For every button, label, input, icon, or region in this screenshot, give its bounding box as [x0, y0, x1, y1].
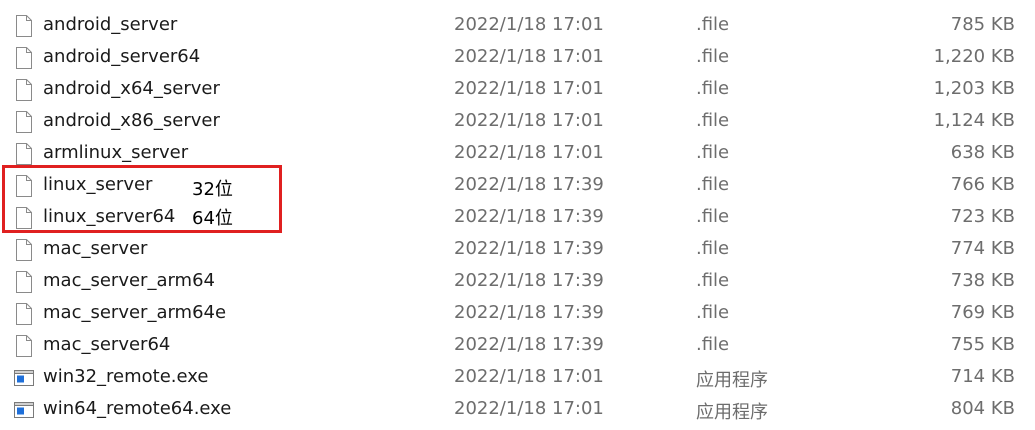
file-type: .file	[696, 302, 730, 323]
file-size: 785 KB	[950, 14, 1015, 35]
file-size: 638 KB	[950, 142, 1015, 163]
file-row[interactable]: win32_remote.exe 2022/1/18 17:01 应用程序 714 K…	[0, 362, 1035, 394]
file-date: 2022/1/18 17:39	[454, 238, 604, 259]
file-name: mac_server	[43, 238, 148, 259]
blank-file-icon	[14, 143, 34, 165]
file-row[interactable]: mac_server_arm64e 2022/1/18 17:39 .file 769…	[0, 298, 1035, 330]
blank-file-icon	[14, 79, 34, 101]
highlight-box	[2, 165, 282, 233]
annotation-64bit: 64位	[192, 208, 233, 229]
file-size: 769 KB	[950, 302, 1015, 323]
file-type: .file	[696, 142, 730, 163]
file-size: 1,124 KB	[933, 110, 1015, 131]
file-size: 774 KB	[950, 238, 1015, 259]
file-row[interactable]: mac_server 2022/1/18 17:39 .file 774 KB	[0, 234, 1035, 266]
blank-file-icon	[14, 335, 34, 357]
file-name: android_x86_server	[43, 110, 220, 131]
application-icon	[14, 399, 34, 421]
blank-file-icon	[14, 47, 34, 69]
file-size: 714 KB	[950, 366, 1015, 387]
application-icon	[14, 367, 34, 389]
file-type: .file	[696, 14, 730, 35]
file-type: 应用程序	[696, 402, 768, 423]
file-type: .file	[696, 206, 730, 227]
file-name: android_server64	[43, 46, 201, 67]
file-date: 2022/1/18 17:39	[454, 334, 604, 355]
blank-file-icon	[14, 15, 34, 37]
file-type: .file	[696, 270, 730, 291]
file-size: 723 KB	[950, 206, 1015, 227]
file-size: 804 KB	[950, 398, 1015, 419]
file-type: 应用程序	[696, 370, 768, 391]
blank-file-icon	[14, 271, 34, 293]
file-date: 2022/1/18 17:01	[454, 142, 604, 163]
file-name: mac_server_arm64e	[43, 302, 227, 323]
file-row[interactable]: mac_server_arm64 2022/1/18 17:39 .file 738 …	[0, 266, 1035, 298]
file-size: 766 KB	[950, 174, 1015, 195]
file-name: android_x64_server	[43, 78, 220, 99]
file-name: mac_server_arm64	[43, 270, 215, 291]
file-date: 2022/1/18 17:39	[454, 174, 604, 195]
file-date: 2022/1/18 17:39	[454, 302, 604, 323]
blank-file-icon	[14, 303, 34, 325]
file-name: mac_server64	[43, 334, 171, 355]
file-date: 2022/1/18 17:01	[454, 398, 604, 419]
file-type: .file	[696, 110, 730, 131]
file-size: 1,220 KB	[933, 46, 1015, 67]
file-type: .file	[696, 46, 730, 67]
file-date: 2022/1/18 17:39	[454, 206, 604, 227]
file-type: .file	[696, 334, 730, 355]
file-date: 2022/1/18 17:01	[454, 366, 604, 387]
file-name: win64_remote64.exe	[43, 398, 232, 419]
file-row[interactable]: mac_server64 2022/1/18 17:39 .file 755 KB	[0, 330, 1035, 362]
blank-file-icon	[14, 239, 34, 261]
blank-file-icon	[14, 111, 34, 133]
file-row[interactable]: android_server 2022/1/18 17:01 .file 785 KB	[0, 10, 1035, 42]
file-date: 2022/1/18 17:01	[454, 110, 604, 131]
file-date: 2022/1/18 17:01	[454, 46, 604, 67]
file-row[interactable]: android_x64_server 2022/1/18 17:01 .file 1,…	[0, 74, 1035, 106]
file-size: 738 KB	[950, 270, 1015, 291]
file-name: armlinux_server	[43, 142, 189, 163]
file-type: .file	[696, 174, 730, 195]
file-name: win32_remote.exe	[43, 366, 209, 387]
file-date: 2022/1/18 17:01	[454, 78, 604, 99]
file-date: 2022/1/18 17:39	[454, 270, 604, 291]
file-row[interactable]: android_x86_server 2022/1/18 17:01 .file 1,…	[0, 106, 1035, 138]
file-size: 755 KB	[950, 334, 1015, 355]
file-row[interactable]: win64_remote64.exe 2022/1/18 17:01 应用程序 804…	[0, 394, 1035, 426]
file-row[interactable]: android_server64 2022/1/18 17:01 .file 1,22…	[0, 42, 1035, 74]
file-type: .file	[696, 78, 730, 99]
file-type: .file	[696, 238, 730, 259]
file-size: 1,203 KB	[933, 78, 1015, 99]
file-name: android_server	[43, 14, 178, 35]
file-date: 2022/1/18 17:01	[454, 14, 604, 35]
annotation-32bit: 32位	[192, 179, 233, 200]
